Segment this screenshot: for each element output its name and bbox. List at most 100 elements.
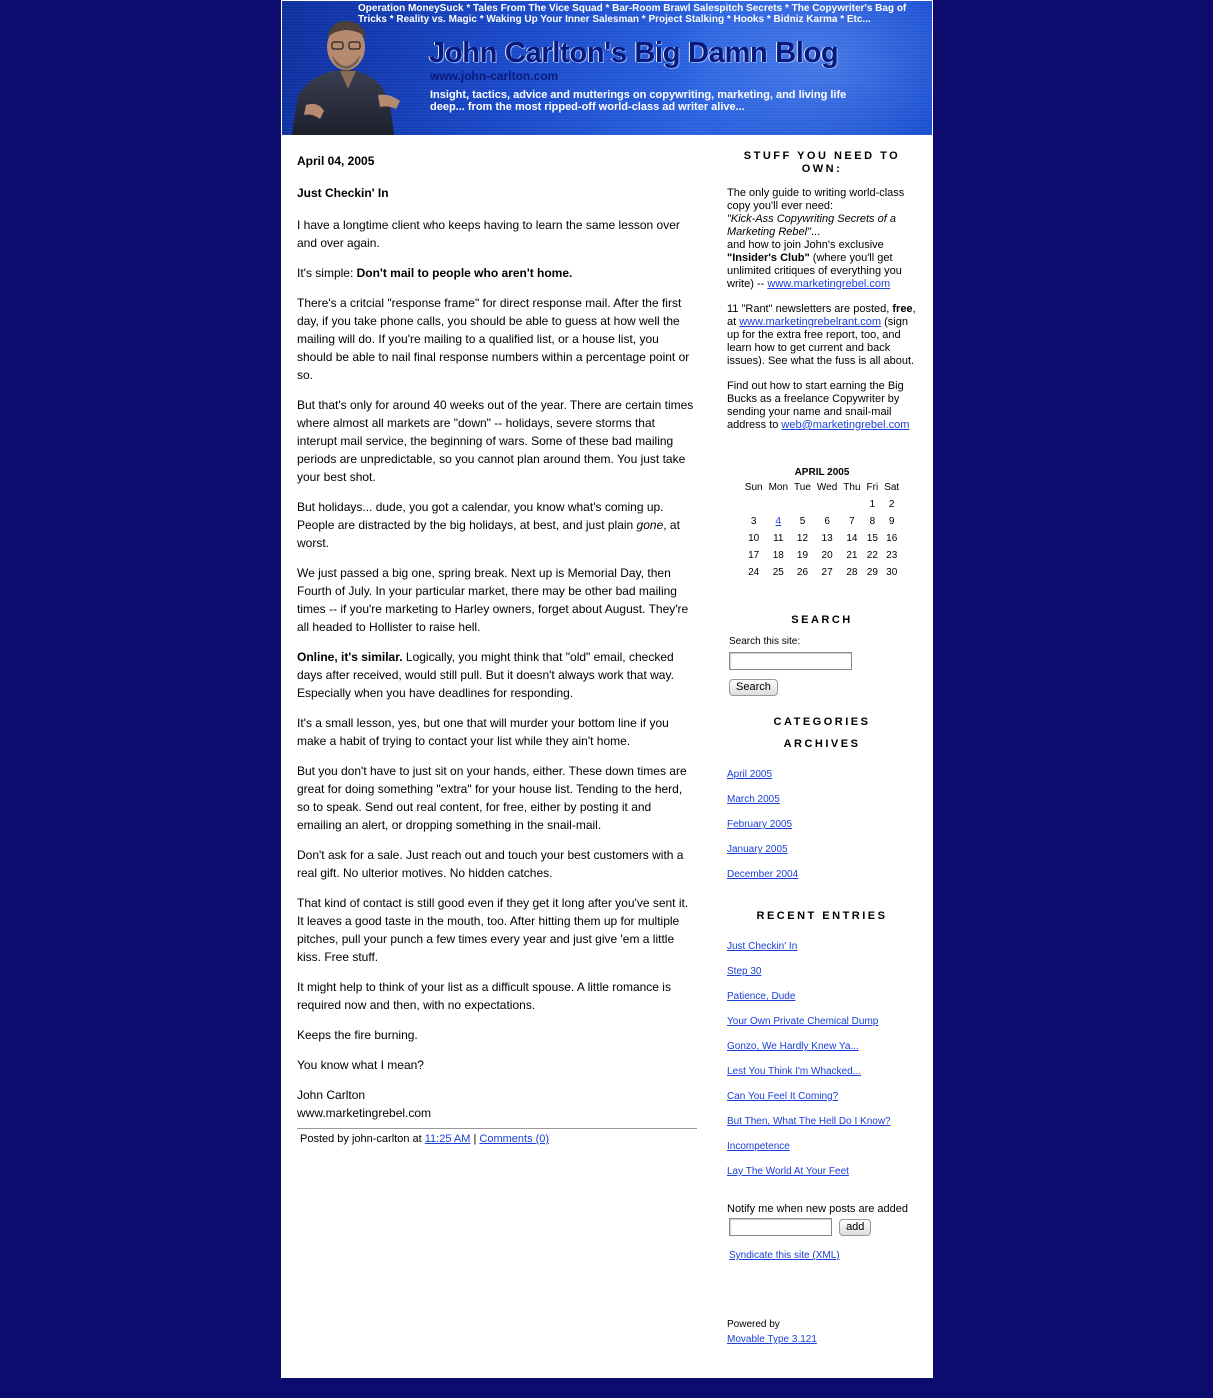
- calendar-day: 28: [846, 567, 858, 578]
- calendar-day: 6: [824, 516, 830, 527]
- stuff-block: The only guide to writing world-class co…: [727, 187, 917, 432]
- post-date: April 04, 2005: [297, 154, 375, 168]
- post-body: I have a longtime client who keeps havin…: [297, 216, 697, 1122]
- calendar-day-name: Fri: [866, 482, 879, 493]
- calendar-day-name: Sat: [884, 482, 900, 493]
- list-item: February 2005: [727, 818, 917, 831]
- recent-entry-link[interactable]: Step 30: [727, 966, 761, 977]
- calendar-day-name: Wed: [816, 482, 838, 493]
- permalink-link[interactable]: 11:25 AM: [425, 1133, 471, 1145]
- notify-email-input[interactable]: [729, 1218, 832, 1236]
- recent-entry-link[interactable]: Your Own Private Chemical Dump: [727, 1016, 878, 1027]
- calendar-day: 1: [869, 499, 876, 510]
- calendar-day: 19: [796, 550, 809, 561]
- insiders-club: "Insider's Club": [727, 252, 810, 264]
- recent-entry-link[interactable]: Can You Feel It Coming?: [727, 1091, 838, 1102]
- calendar-day: 12: [796, 533, 809, 544]
- list-item: April 2005: [727, 768, 917, 781]
- recent-entry-link[interactable]: Gonzo, We Hardly Knew Ya...: [727, 1041, 859, 1052]
- calendar-caption: APRIL 2005: [794, 467, 850, 478]
- notify-label: Notify me when new posts are added: [727, 1203, 908, 1215]
- post-paragraph: It's a small lesson, yes, but one that w…: [297, 716, 669, 748]
- archive-link[interactable]: February 2005: [727, 819, 792, 830]
- add-button[interactable]: add: [839, 1218, 872, 1236]
- notify-form: Notify me when new posts are added add: [727, 1203, 917, 1236]
- calendar-day: 14: [846, 533, 858, 544]
- recent-entry-link[interactable]: Lest You Think I'm Whacked...: [727, 1066, 861, 1077]
- signature-name: John Carlton: [297, 1088, 366, 1102]
- search-label: Search this site:: [729, 636, 801, 647]
- recent-entry-link[interactable]: But Then, What The Hell Do I Know?: [727, 1116, 891, 1127]
- archive-link[interactable]: March 2005: [727, 794, 780, 805]
- stuff-text: and how to join John's exclusive: [727, 239, 884, 251]
- calendar-week: 10 11 12 13 14 15 16: [742, 531, 902, 548]
- recent-entry-link[interactable]: Patience, Dude: [727, 991, 795, 1002]
- marketingrebel-link[interactable]: www.marketingrebel.com: [767, 278, 890, 290]
- recent-entry-link[interactable]: Just Checkin' In: [727, 941, 797, 952]
- calendar-day: [791, 497, 814, 514]
- sidebar: STUFF YOU NEED TO OWN: The only guide to…: [727, 148, 917, 1346]
- search-input[interactable]: [729, 652, 852, 670]
- post-paragraph: You know what I mean?: [297, 1058, 424, 1072]
- blog-tagline: Insight, tactics, advice and mutterings …: [430, 89, 847, 113]
- recent-heading: RECENT ENTRIES: [756, 910, 888, 922]
- calendar-day: 23: [886, 550, 898, 561]
- post-paragraph: There's a critcial "response frame" for …: [297, 296, 690, 382]
- comments-link[interactable]: Comments (0): [479, 1133, 549, 1145]
- calendar-day-name: Tue: [794, 482, 811, 493]
- recent-entry-link[interactable]: Incompetence: [727, 1141, 790, 1152]
- stuff-item: The only guide to writing world-class co…: [727, 187, 917, 291]
- calendar-day: [766, 497, 791, 514]
- stuff-item: 11 "Rant" newsletters are posted, free, …: [727, 303, 917, 368]
- calendar: APRIL 2005 Sun Mon Tue Wed Thu Fri Sat 1234567…: [742, 466, 902, 582]
- post-paragraph: We just passed a big one, spring break. …: [297, 566, 689, 634]
- calendar-day: 30: [886, 567, 898, 578]
- recent-entry-link[interactable]: Lay The World At Your Feet: [727, 1166, 849, 1177]
- list-item: But Then, What The Hell Do I Know?: [727, 1115, 917, 1128]
- post-paragraph: It's simple: Don't mail to people who ar…: [297, 264, 697, 282]
- header-banner: Operation MoneySuck * Tales From The Vic…: [282, 1, 932, 135]
- movable-type-link[interactable]: Movable Type 3.121: [727, 1334, 817, 1345]
- calendar-day: [814, 497, 840, 514]
- author-photo: [292, 21, 400, 135]
- calendar-day: 29: [866, 567, 878, 578]
- calendar-day: 10: [748, 533, 760, 544]
- calendar-day: 25: [772, 567, 784, 578]
- page-container: Operation MoneySuck * Tales From The Vic…: [281, 0, 933, 1378]
- post-paragraph: Online, it's similar. Logically, you mig…: [297, 648, 697, 702]
- archive-link[interactable]: April 2005: [727, 769, 772, 780]
- rant-link[interactable]: www.marketingrebelrant.com: [739, 316, 881, 328]
- recent-entries-list: Just Checkin' In Step 30 Patience, Dude You…: [727, 940, 917, 1178]
- post-paragraph: But you don't have to just sit on your h…: [297, 764, 687, 832]
- calendar-day-name: Sun: [744, 482, 763, 493]
- post-paragraph: Don't ask for a sale. Just reach out and…: [297, 848, 684, 880]
- calendar-day-link[interactable]: 4: [776, 516, 782, 527]
- calendar-week: 17 18 19 20 21 22 23: [742, 548, 902, 565]
- list-item: Patience, Dude: [727, 990, 917, 1003]
- list-item: December 2004: [727, 868, 917, 881]
- archive-link[interactable]: January 2005: [727, 844, 788, 855]
- powered-label: Powered by: [727, 1319, 780, 1330]
- email-link[interactable]: web@marketingrebel.com: [781, 419, 909, 431]
- calendar-day: 27: [821, 567, 833, 578]
- list-item: Can You Feel It Coming?: [727, 1090, 917, 1103]
- archives-heading: ARCHIVES: [783, 738, 861, 750]
- stuff-heading: STUFF YOU NEED TO OWN:: [743, 150, 901, 175]
- list-item: March 2005: [727, 793, 917, 806]
- search-button[interactable]: Search: [729, 679, 778, 696]
- calendar-day: 9: [888, 516, 895, 527]
- syndicate-link[interactable]: Syndicate this site (XML): [729, 1250, 840, 1261]
- italic-text: gone: [636, 518, 664, 532]
- calendar-day: [840, 497, 863, 514]
- calendar-body: 1 2 3 4 5 6 7 8 9 10 11 12 13 14 15 16 17 18 19 20 21 22 23 24 2…: [742, 497, 902, 582]
- calendar-day: 7: [849, 516, 855, 527]
- archive-link[interactable]: December 2004: [727, 869, 798, 880]
- calendar-day: 20: [821, 550, 833, 561]
- calendar-week: 3 4 5 6 7 8 9: [742, 514, 902, 531]
- post-footer: Posted by john-carlton at 11:25 AM | Com…: [297, 1128, 697, 1147]
- list-item: Incompetence: [727, 1140, 917, 1153]
- signature-url: www.marketingrebel.com: [297, 1106, 432, 1120]
- post-paragraph: But that's only for around 40 weeks out …: [297, 398, 694, 484]
- post-title: Just Checkin' In: [297, 186, 389, 200]
- calendar-week: 12: [742, 497, 902, 514]
